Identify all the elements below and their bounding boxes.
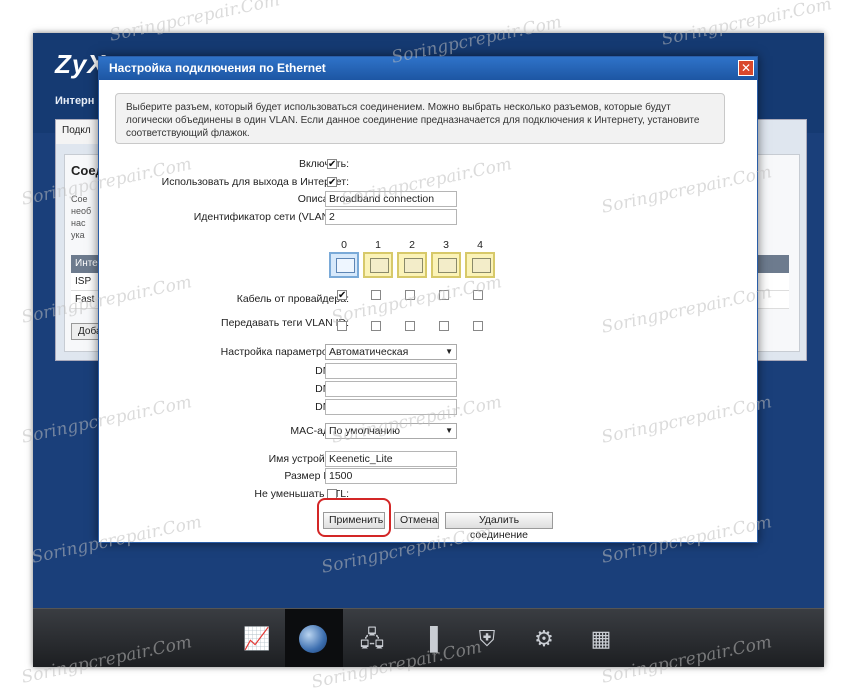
port-number: 1 xyxy=(375,239,381,251)
cable-label: Кабель от провайдера: xyxy=(236,293,349,305)
ip-settings-select[interactable]: Автоматическая ▼ xyxy=(325,344,457,360)
port-number: 4 xyxy=(477,239,483,251)
dropdown-arrow-icon: ▼ xyxy=(445,426,453,435)
close-icon[interactable]: ✕ xyxy=(738,60,754,76)
vlan-tag-checkbox-0[interactable] xyxy=(337,321,347,331)
section-title: Интерн xyxy=(55,95,95,107)
dns2-input[interactable] xyxy=(325,381,457,397)
vlan-tag-checkbox-1[interactable] xyxy=(371,321,381,331)
description-input[interactable]: Broadband connection xyxy=(325,191,457,207)
enable-checkbox[interactable]: ✔ xyxy=(327,159,337,170)
dropdown-arrow-icon: ▼ xyxy=(445,347,453,356)
cancel-button[interactable]: Отмена xyxy=(394,512,439,529)
info-message: Выберите разъем, который будет использов… xyxy=(115,93,725,144)
port-number: 2 xyxy=(409,239,415,251)
vlan-tag-checkbox-4[interactable] xyxy=(473,321,483,331)
dns2-label: DNS 2: xyxy=(109,383,349,395)
gear-icon[interactable]: ⚙ xyxy=(530,625,558,653)
ethernet-port-0-icon[interactable] xyxy=(329,252,359,278)
device-name-label: Имя устройства: xyxy=(268,453,349,465)
vlan-id-input[interactable]: 2 xyxy=(325,209,457,225)
cable-checkbox-1[interactable] xyxy=(371,290,381,300)
cable-checkbox-3[interactable] xyxy=(439,290,449,300)
delete-connection-button[interactable]: Удалить соединение xyxy=(445,512,553,541)
dns3-label: DNS 3: xyxy=(109,401,349,413)
cable-checkbox-0[interactable]: ✔ xyxy=(337,290,347,301)
mtu-label: Размер MTU: xyxy=(284,470,349,482)
dns3-input[interactable] xyxy=(325,399,457,415)
ethernet-port-3-icon[interactable] xyxy=(431,252,461,278)
enable-label: Включить: xyxy=(298,158,349,170)
port-number: 3 xyxy=(443,239,449,251)
mac-address-select[interactable]: По умолчанию ▼ xyxy=(325,423,457,439)
dialog-title: Настройка подключения по Ethernet ✕ xyxy=(99,57,757,80)
bottom-navigation: 📈 🖧 ▐ ⛨ ⚙ ▦ xyxy=(33,608,824,667)
internet-checkbox[interactable]: ✔ xyxy=(327,177,337,188)
cable-checkbox-2[interactable] xyxy=(405,290,415,300)
shield-icon[interactable]: ⛨ xyxy=(473,625,501,653)
description-label: Описание: xyxy=(297,193,349,205)
vlan-tags-label: Передавать теги VLAN ID: xyxy=(221,317,349,329)
vlan-id-label: Идентификатор сети (VLAN ID): xyxy=(193,211,349,223)
ip-settings-label: Настройка параметров IP: xyxy=(220,346,349,358)
cable-checkbox-4[interactable] xyxy=(473,290,483,300)
dns1-input[interactable] xyxy=(325,363,457,379)
mac-address-label: MAC-адрес: xyxy=(290,425,349,437)
apps-grid-icon[interactable]: ▦ xyxy=(587,625,615,653)
ethernet-port-4-icon[interactable] xyxy=(465,252,495,278)
mtu-input[interactable]: 1500 xyxy=(325,468,457,484)
ethernet-port-2-icon[interactable] xyxy=(397,252,427,278)
network-computers-icon[interactable]: 🖧 xyxy=(358,625,386,653)
monitor-chart-icon[interactable]: 📈 xyxy=(243,625,271,653)
device-name-input[interactable]: Keenetic_Lite xyxy=(325,451,457,467)
wifi-signal-icon[interactable]: ▐ xyxy=(416,625,444,653)
vlan-tag-checkbox-2[interactable] xyxy=(405,321,415,331)
internet-label: Использовать для выхода в Интернет: xyxy=(161,176,349,188)
ttl-label: Не уменьшать TTL: xyxy=(254,488,349,500)
dialog-title-text: Настройка подключения по Ethernet xyxy=(109,61,326,75)
globe-icon[interactable] xyxy=(299,625,327,653)
vlan-tag-checkbox-3[interactable] xyxy=(439,321,449,331)
ethernet-port-1-icon[interactable] xyxy=(363,252,393,278)
ethernet-connection-dialog: Настройка подключения по Ethernet ✕ Выбе… xyxy=(98,56,758,543)
dns1-label: DNS 1: xyxy=(109,365,349,377)
apply-button[interactable]: Применить xyxy=(323,512,385,529)
port-number: 0 xyxy=(341,239,347,251)
